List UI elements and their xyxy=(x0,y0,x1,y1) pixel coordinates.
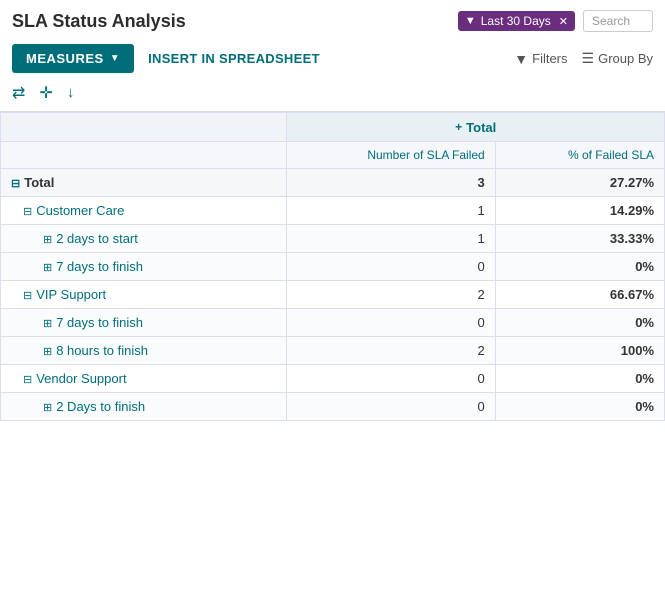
swap-icon: ⇄ xyxy=(12,85,25,102)
expand-icon[interactable]: ⊞ xyxy=(43,318,52,330)
measures-button[interactable]: MEASURES ▼ xyxy=(12,44,134,73)
search-input[interactable]: Search xyxy=(583,10,653,32)
move-button[interactable]: ✛ xyxy=(39,83,52,103)
funnel-icon: ▼ xyxy=(465,15,476,27)
measures-dropdown-icon: ▼ xyxy=(110,53,120,64)
th-total-group: + Total xyxy=(287,113,665,142)
group-by-label: Group By xyxy=(598,51,653,66)
row-col2-1: 14.29% xyxy=(495,196,664,224)
row-col1-3: 0 xyxy=(287,252,495,280)
insert-spreadsheet-button[interactable]: INSERT IN SPREADSHEET xyxy=(144,44,324,73)
filter-close-icon[interactable]: ✕ xyxy=(559,15,568,28)
icon-toolbar-row: ⇄ ✛ ↓ xyxy=(0,79,665,111)
row-col1-1: 1 xyxy=(287,196,495,224)
filter-tag-label: Last 30 Days xyxy=(481,14,551,28)
row-col1-0: 3 xyxy=(287,168,495,196)
download-icon: ↓ xyxy=(67,84,75,101)
row-label-text-8: 2 Days to finish xyxy=(56,399,145,414)
row-label-text-0: Total xyxy=(24,175,54,190)
row-label-5: ⊞ 7 days to finish xyxy=(1,308,287,336)
row-col1-6: 2 xyxy=(287,336,495,364)
filters-action[interactable]: ▼ Filters xyxy=(514,51,567,67)
row-label-3: ⊞ 7 days to finish xyxy=(1,252,287,280)
expand-icon[interactable]: ⊞ xyxy=(43,262,52,274)
row-label-7: ⊟ Vendor Support xyxy=(1,364,287,392)
row-col2-4: 66.67% xyxy=(495,280,664,308)
table-container: + Total Number of SLA Failed % of Failed… xyxy=(0,111,665,421)
filters-icon: ▼ xyxy=(514,51,528,67)
th-total-expand-icon[interactable]: + xyxy=(455,120,462,134)
collapse-icon[interactable]: ⊟ xyxy=(23,206,32,218)
th-total-label: Total xyxy=(466,120,496,135)
row-col2-8: 0% xyxy=(495,392,664,420)
row-label-4: ⊟ VIP Support xyxy=(1,280,287,308)
collapse-icon[interactable]: ⊟ xyxy=(23,374,32,386)
row-col1-8: 0 xyxy=(287,392,495,420)
right-actions: ▼ Filters ☰ Group By xyxy=(514,50,653,67)
th-col1: Number of SLA Failed xyxy=(287,141,495,168)
row-label-2: ⊞ 2 days to start xyxy=(1,224,287,252)
th-col-label-empty xyxy=(1,141,287,168)
row-label-text-4: VIP Support xyxy=(36,287,106,302)
measures-label: MEASURES xyxy=(26,51,104,66)
sla-table: + Total Number of SLA Failed % of Failed… xyxy=(0,112,665,421)
row-col2-0: 27.27% xyxy=(495,168,664,196)
th-empty-group xyxy=(1,113,287,142)
row-col2-2: 33.33% xyxy=(495,224,664,252)
row-label-text-2: 2 days to start xyxy=(56,231,138,246)
move-icon: ✛ xyxy=(39,85,52,102)
download-button[interactable]: ↓ xyxy=(67,84,75,102)
row-col2-7: 0% xyxy=(495,364,664,392)
row-col2-5: 0% xyxy=(495,308,664,336)
row-col1-7: 0 xyxy=(287,364,495,392)
filters-label: Filters xyxy=(532,51,567,66)
expand-icon[interactable]: ⊞ xyxy=(43,346,52,358)
expand-icon[interactable]: ⊞ xyxy=(43,402,52,414)
expand-icon[interactable]: ⊞ xyxy=(43,234,52,246)
collapse-icon[interactable]: ⊟ xyxy=(11,178,20,190)
toolbar-row: MEASURES ▼ INSERT IN SPREADSHEET ▼ Filte… xyxy=(0,38,665,79)
group-by-icon: ☰ xyxy=(582,50,595,67)
row-col2-6: 100% xyxy=(495,336,664,364)
row-label-0: ⊟ Total xyxy=(1,168,287,196)
filter-tag[interactable]: ▼ Last 30 Days ✕ xyxy=(458,11,575,31)
row-label-text-6: 8 hours to finish xyxy=(56,343,148,358)
group-by-action[interactable]: ☰ Group By xyxy=(582,50,653,67)
row-label-text-7: Vendor Support xyxy=(36,371,126,386)
row-label-6: ⊞ 8 hours to finish xyxy=(1,336,287,364)
swap-button[interactable]: ⇄ xyxy=(12,83,25,103)
collapse-icon[interactable]: ⊟ xyxy=(23,290,32,302)
th-col2: % of Failed SLA xyxy=(495,141,664,168)
page-title: SLA Status Analysis xyxy=(12,11,450,32)
row-label-text-1: Customer Care xyxy=(36,203,124,218)
row-label-8: ⊞ 2 Days to finish xyxy=(1,392,287,420)
row-label-text-5: 7 days to finish xyxy=(56,315,143,330)
row-col2-3: 0% xyxy=(495,252,664,280)
row-col1-4: 2 xyxy=(287,280,495,308)
header-row: SLA Status Analysis ▼ Last 30 Days ✕ Sea… xyxy=(0,0,665,38)
row-col1-5: 0 xyxy=(287,308,495,336)
row-label-1: ⊟ Customer Care xyxy=(1,196,287,224)
row-col1-2: 1 xyxy=(287,224,495,252)
row-label-text-3: 7 days to finish xyxy=(56,259,143,274)
